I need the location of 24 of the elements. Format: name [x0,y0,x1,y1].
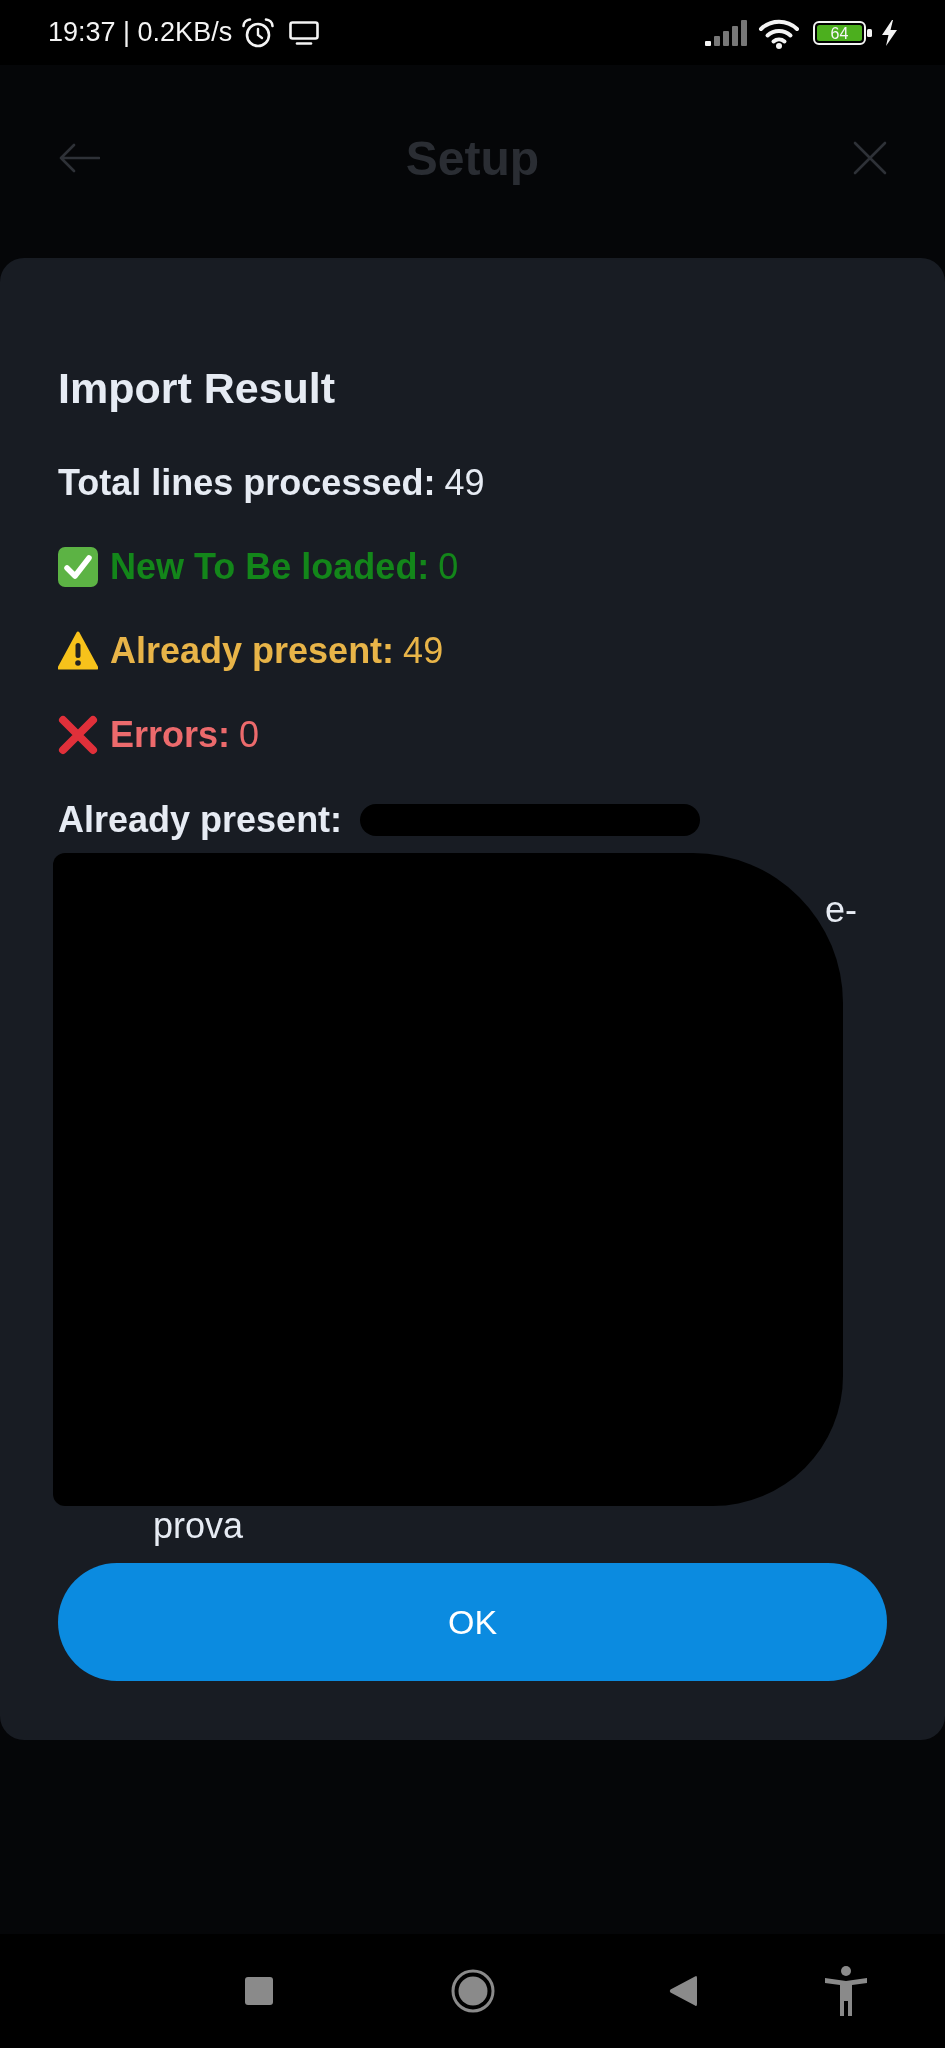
stat-label: Errors: [110,714,231,756]
home-icon[interactable] [451,1969,495,2013]
battery-indicator: 64 [813,20,872,45]
cross-mark-icon [58,715,98,755]
back-icon[interactable] [669,1975,697,2007]
text-fragment: e- [825,888,857,932]
stat-value: 49 [403,630,444,672]
stat-value: 0 [239,714,260,756]
stat-value: 49 [444,462,485,504]
dialog-title: Import Result [58,363,336,413]
detail-label: Already present: [58,798,343,841]
stat-value: 0 [438,546,459,588]
monitor-icon [289,20,320,45]
text-fragment: prova [153,1506,244,1546]
alarm-clock-icon [241,16,276,49]
signal-icon [705,19,747,46]
check-mark-icon [58,547,98,587]
accessibility-icon[interactable] [824,1966,868,2016]
warning-icon [58,631,98,671]
stat-label: Already present: [110,630,395,672]
ok-button[interactable]: OK [58,1563,887,1681]
status-time-text: 19:37 | 0.2KB/s [48,17,233,48]
stat-label: Total lines processed: [58,462,436,504]
stat-label: New To Be loaded: [110,546,430,588]
